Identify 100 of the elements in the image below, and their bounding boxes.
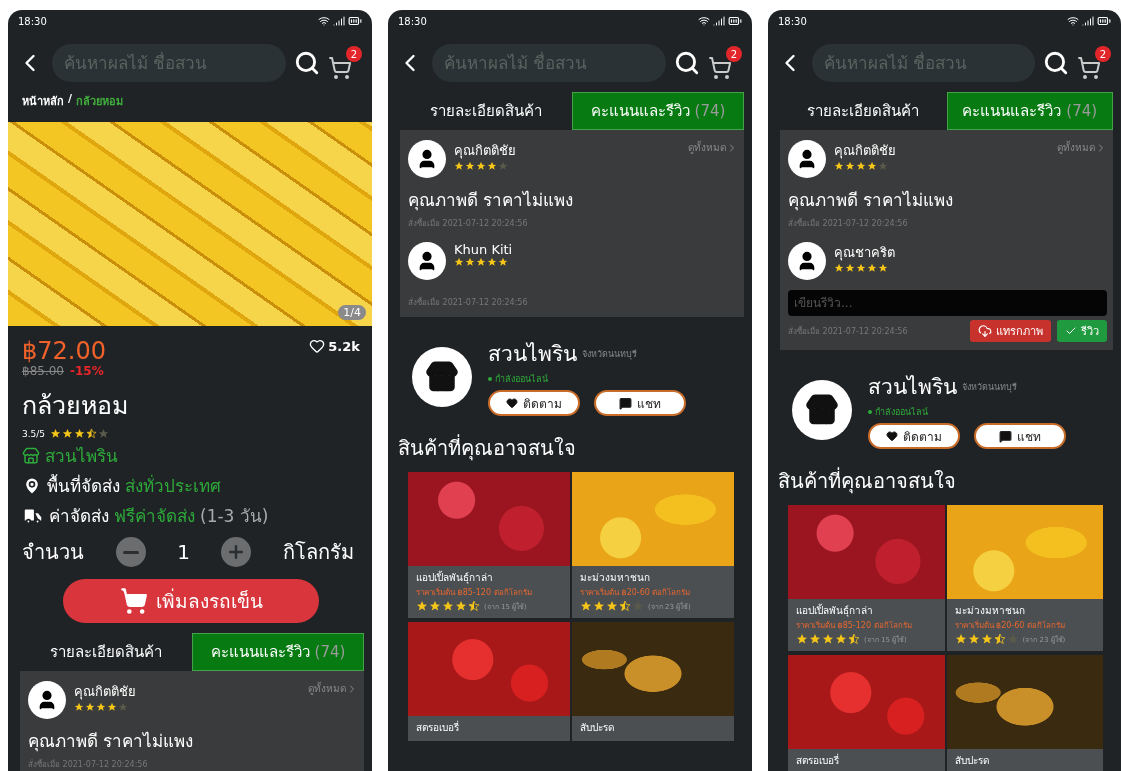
star-icon <box>967 633 980 645</box>
product-card-price: ราคาเริ่มต้น ฿85-120 ต่อกิโลกรัม <box>416 586 533 599</box>
breadcrumb-separator: / <box>68 92 73 107</box>
tab[interactable]: รายละเอียดสินค้า <box>20 633 192 672</box>
wifi-icon <box>1067 15 1079 27</box>
avatar-icon <box>28 681 66 720</box>
product-name: กล้วยหอม <box>22 390 129 423</box>
increase-button[interactable] <box>221 537 252 568</box>
heart-icon <box>886 430 898 442</box>
cloud-download-icon <box>978 324 992 338</box>
map-pin-icon <box>22 475 42 496</box>
product-card-info[interactable]: สตรอเบอรี่ <box>788 749 945 771</box>
status-time: 18:30 <box>778 15 807 27</box>
add-to-cart-button[interactable]: เพิ่มลงรถเข็น <box>63 579 319 624</box>
star-icon <box>1006 633 1019 645</box>
decrease-button[interactable] <box>115 537 146 568</box>
review-comment: คุณภาพดี ราคาไม่แพง <box>408 189 575 213</box>
online-status: กำลังออนไลน์ <box>495 373 548 386</box>
review-comment: คุณภาพดี ราคาไม่แพง <box>788 189 955 213</box>
search-icon[interactable] <box>294 50 320 76</box>
product-card-info[interactable]: สับปะรด <box>572 716 734 741</box>
star-icon <box>429 600 441 612</box>
photo-placeholder[interactable] <box>946 655 1103 749</box>
delivery-label: พื้นที่จัดส่ง <box>47 473 120 499</box>
unit-label: กิโลกรัม <box>283 539 354 567</box>
tab[interactable]: คะแนนและรีวิว (74) <box>946 92 1113 130</box>
attach-image-button[interactable]: แทรกภาพ <box>970 320 1051 342</box>
quantity-label: จำนวน <box>22 539 84 567</box>
wifi-icon <box>698 15 710 27</box>
like-count: 5.2k <box>328 338 360 354</box>
star-icon <box>465 257 475 267</box>
section-title: สินค้าที่คุณอาจสนใจ <box>777 466 957 496</box>
product-price: ฿72.00 <box>22 338 106 365</box>
star-icon <box>878 263 888 273</box>
star-icon <box>822 633 834 645</box>
cart-icon <box>119 587 148 616</box>
product-card-name: แอปเปิ้ลพันธุ์กาล่า <box>796 603 874 618</box>
search-icon[interactable] <box>674 50 700 76</box>
original-price: ฿85.00 <box>22 364 64 379</box>
battery-icon <box>728 14 742 28</box>
follow-button[interactable]: ติดตาม <box>868 423 960 449</box>
search-icon[interactable] <box>1043 50 1069 76</box>
status-time: 18:30 <box>398 15 427 27</box>
star-icon <box>856 263 866 273</box>
reviewer-name: คุณกิตติชัย <box>454 142 516 161</box>
star-icon <box>834 161 844 171</box>
star-icon <box>468 600 480 612</box>
star-icon <box>476 257 486 267</box>
delivery-label: ค่าจัดส่ง <box>49 505 109 529</box>
star-icon <box>487 161 497 171</box>
tab[interactable]: คะแนนและรีวิว (74) <box>192 633 364 672</box>
section-title: สินค้าที่คุณอาจสนใจ <box>397 433 577 463</box>
avatar-icon <box>788 140 826 178</box>
star-icon <box>845 263 855 273</box>
star-icon <box>796 633 808 645</box>
star-icon <box>416 600 428 612</box>
breadcrumb-link[interactable]: กล้วยหอม <box>76 92 124 110</box>
star-icon <box>487 257 497 267</box>
product-card-name: มะม่วงมหาชนก <box>954 604 1026 618</box>
check-icon <box>1065 325 1077 337</box>
star-icon <box>118 702 128 713</box>
delivery-value: ฟรีค่าจัดส่ง <box>114 505 195 529</box>
shop-link[interactable]: สวนไพริน <box>45 442 118 470</box>
star-icon <box>465 161 475 171</box>
follow-button[interactable]: ติดตาม <box>488 390 580 416</box>
cart-count-badge: 2 <box>1095 46 1111 62</box>
star-icon <box>619 600 631 612</box>
star-icon <box>845 161 855 171</box>
signal-icon <box>333 15 345 27</box>
chat-button[interactable]: แชท <box>594 390 686 416</box>
star-icon <box>455 600 467 612</box>
star-icon <box>954 633 967 645</box>
product-card-name: สตรอเบอรี่ <box>796 753 840 768</box>
tab[interactable]: คะแนนและรีวิว (74) <box>572 92 744 130</box>
chat-icon <box>619 396 632 410</box>
star-icon <box>454 257 464 267</box>
star-icon <box>867 161 877 171</box>
star-icon <box>993 633 1006 645</box>
submit-review-button[interactable]: รีวิว <box>1057 320 1107 342</box>
tab[interactable]: รายละเอียดสินค้า <box>780 92 947 130</box>
star-icon <box>606 600 618 612</box>
star-icon <box>834 263 844 273</box>
delivery-note: (1-3 วัน) <box>200 505 269 529</box>
chat-button[interactable]: แชท <box>974 423 1066 449</box>
breadcrumb-link[interactable]: หน้าหลัก <box>22 92 64 110</box>
tab[interactable]: รายละเอียดสินค้า <box>400 92 572 130</box>
avatar-icon <box>408 242 446 280</box>
battery-icon <box>1097 14 1111 28</box>
avatar-icon <box>788 242 826 280</box>
heart-icon[interactable] <box>309 338 326 354</box>
star-icon <box>835 633 847 645</box>
product-card-info[interactable]: สตรอเบอรี่ <box>408 716 570 741</box>
star-icon <box>454 161 464 171</box>
product-card-info[interactable]: สับปะรด <box>946 749 1103 771</box>
signal-icon <box>1082 15 1094 27</box>
star-icon <box>85 702 95 713</box>
photo-placeholder[interactable] <box>572 622 734 716</box>
product-card-price: ราคาเริ่มต้น ฿20-60 ต่อกิโลกรัม <box>954 619 1066 632</box>
review-input-field[interactable]: เขียนรีวิว... <box>788 290 1107 316</box>
product-card-price: ราคาเริ่มต้น ฿20-60 ต่อกิโลกรัม <box>580 586 692 599</box>
